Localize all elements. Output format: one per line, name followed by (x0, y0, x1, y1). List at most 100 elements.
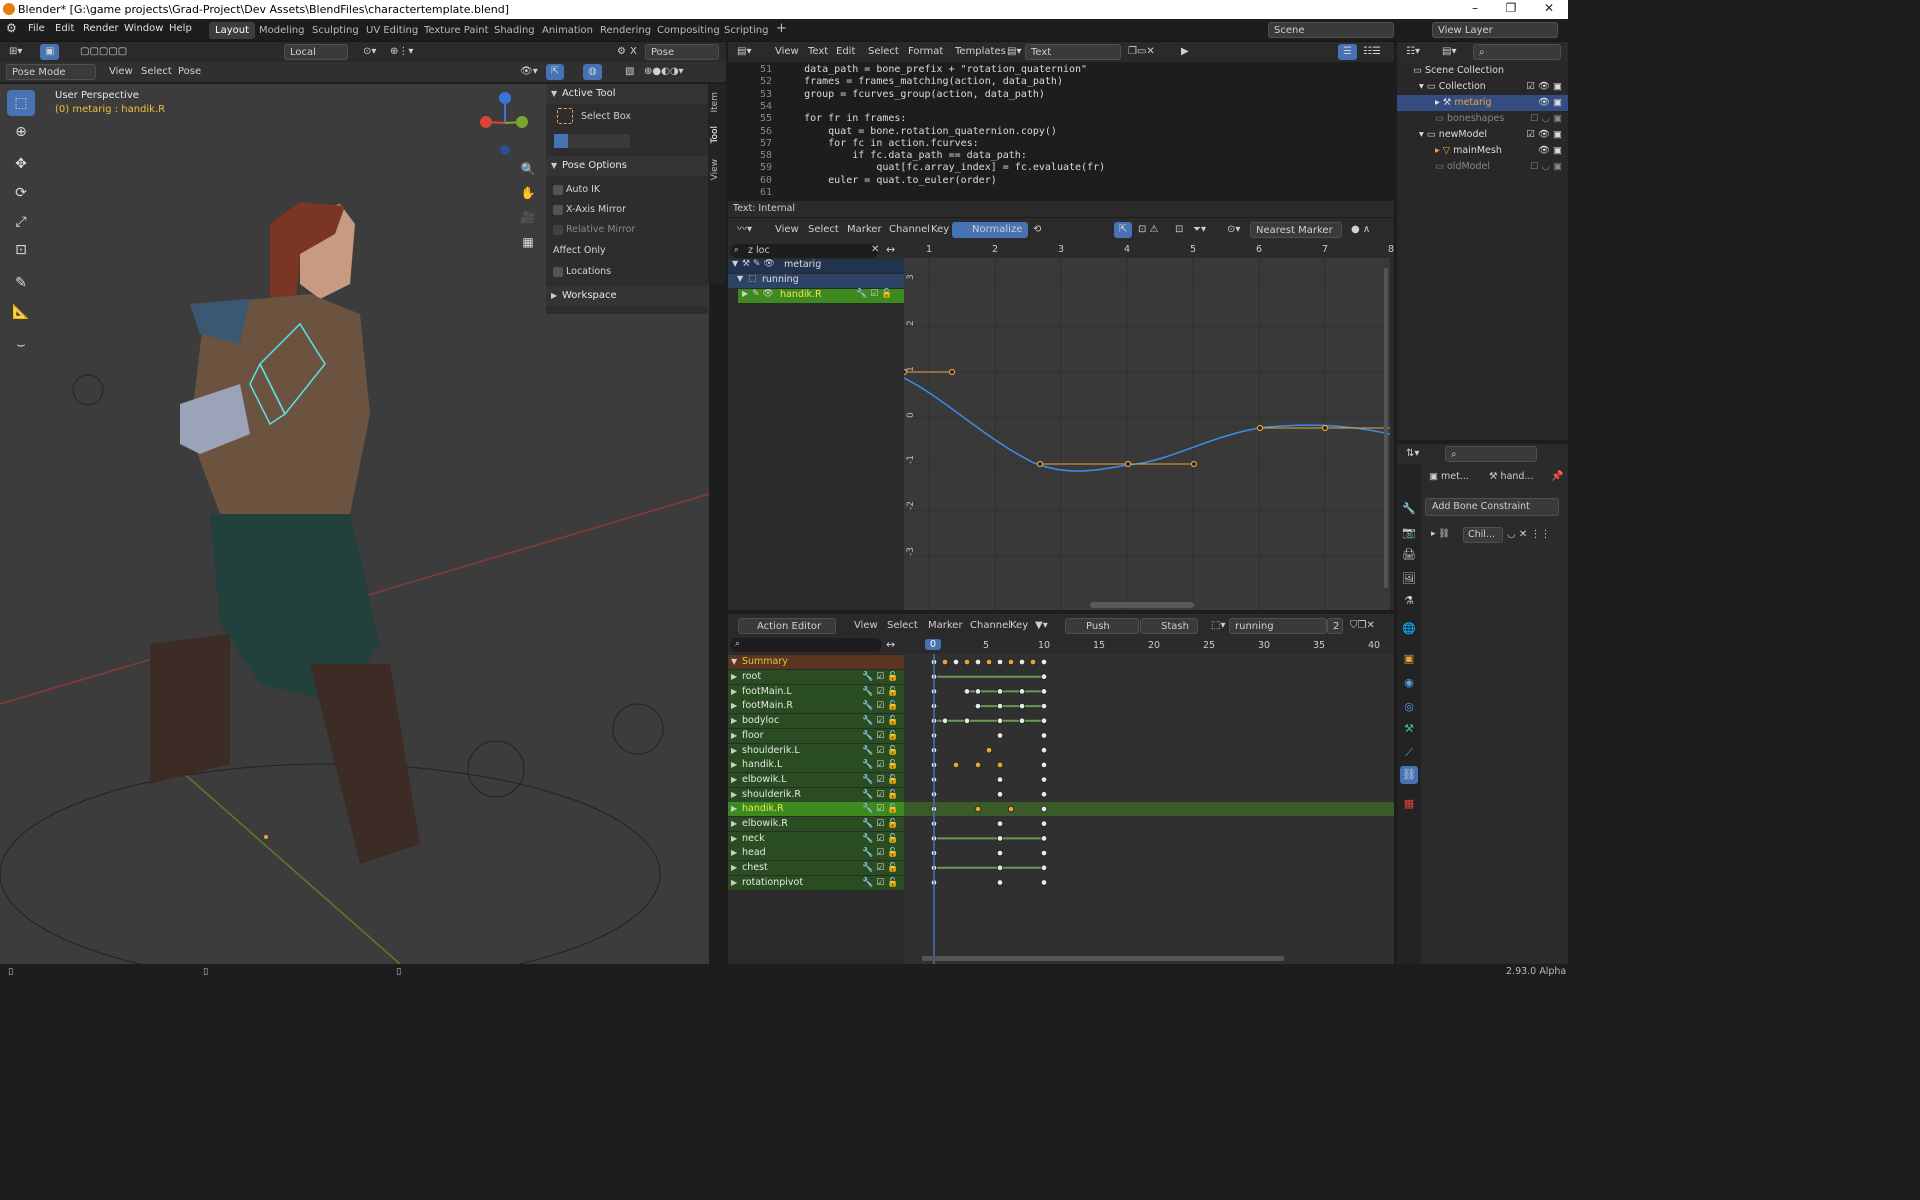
tab-texture-paint[interactable]: Texture Paint (418, 22, 495, 39)
modifier-lock-icons[interactable]: 🔧 ☑ 🔓 (856, 289, 892, 299)
outliner-oldmodel[interactable]: ▭ oldModel ☐ ◡ ▣ (1397, 159, 1568, 175)
action-frame-ruler[interactable]: 0 5 10 15 20 25 30 35 40 (904, 638, 1394, 654)
annotate-tool-icon[interactable]: ✎ (7, 270, 35, 296)
selection-modes-icon[interactable]: ▢▢▢▢▢ (75, 44, 132, 60)
visibility-icon[interactable]: ☑ 👁 ▣ (1526, 127, 1562, 143)
maximize-icon[interactable]: ❐ (1496, 1, 1526, 15)
auto-ik-checkbox[interactable] (553, 185, 563, 195)
text-file-field[interactable]: Text (1025, 44, 1121, 60)
minimize-icon[interactable]: – (1460, 1, 1490, 15)
pose-x-toggle[interactable]: X (625, 44, 642, 60)
close-icon[interactable]: ✕ (1534, 1, 1564, 15)
outliner-mainmesh[interactable]: ▸ ▽ mainMesh 👁 ▣ (1397, 143, 1568, 159)
code-line[interactable]: data_path = bone_prefix + "rotation_quat… (780, 64, 1087, 75)
keyframe[interactable] (1040, 658, 1048, 666)
stash-button[interactable]: Stash (1140, 618, 1198, 634)
viewport-menu-select[interactable]: Select (136, 64, 177, 80)
channel-controls-icon[interactable]: 🔧 ☑ 🔓 (862, 744, 898, 758)
outliner-collection[interactable]: ▾ ▭ Collection ☑ 👁 ▣ (1397, 79, 1568, 95)
tab-modeling[interactable]: Modeling (253, 22, 311, 39)
horizontal-scrollbar[interactable] (1090, 602, 1194, 608)
keyframe[interactable] (974, 761, 982, 769)
push-down-button[interactable]: Push Down (1065, 618, 1139, 648)
viewport-menu-pose[interactable]: Pose (173, 64, 206, 80)
action-menu-select[interactable]: Select (882, 618, 923, 634)
channel-row[interactable]: ▶ rotationpivot 🔧 ☑ 🔓 (728, 875, 904, 890)
keyframe[interactable] (996, 761, 1004, 769)
outliner-newmodel[interactable]: ▾ ▭ newModel ☑ 👁 ▣ (1397, 127, 1568, 143)
relative-mirror-checkbox[interactable] (553, 225, 563, 235)
fake-user-icon[interactable]: ⛉❐✕ (1345, 618, 1380, 634)
only-selected-icon[interactable]: ⇱ (1114, 222, 1133, 238)
keyframe-point[interactable] (1256, 424, 1264, 432)
bone-tab-icon[interactable]: ⟋ (1400, 744, 1418, 762)
graph-menu-marker[interactable]: Marker (842, 222, 887, 238)
outliner-metarig[interactable]: ▸ ⚒ metarig 👁 ▣ (1397, 95, 1568, 111)
code-line[interactable]: if fc.data_path == data_path: (780, 150, 1027, 161)
pivot-icon[interactable]: ⊙▾ (358, 44, 381, 60)
keyframe-area[interactable] (904, 654, 1394, 964)
keyframe[interactable] (996, 732, 1004, 739)
proportional-edit-icon[interactable]: ● ∧ (1346, 222, 1375, 238)
keyframe[interactable] (996, 717, 1004, 724)
outliner-boneshapes[interactable]: ▭ boneshapes ☐ ◡ ▣ (1397, 111, 1568, 127)
keyframe[interactable] (1040, 702, 1048, 710)
modifier-tab-icon[interactable]: ◉ (1400, 674, 1418, 692)
keyframe[interactable] (1018, 717, 1026, 724)
action-users-count[interactable]: 2 (1327, 618, 1343, 634)
filter-funnel-icon[interactable]: ⏷▾ (1188, 222, 1211, 238)
x-mirror-checkbox[interactable] (553, 205, 563, 215)
channel-row[interactable]: ▶ floor 🔧 ☑ 🔓 (728, 728, 904, 743)
keyframe[interactable] (996, 791, 1004, 798)
channel-controls-icon[interactable]: 🔧 ☑ 🔓 (862, 861, 898, 875)
keyframe[interactable] (1018, 702, 1026, 710)
tab-compositing[interactable]: Compositing (651, 22, 726, 39)
dopesheet-keyframes[interactable] (904, 654, 1394, 964)
vertical-scrollbar[interactable] (1384, 268, 1388, 588)
keyframe[interactable] (952, 761, 960, 769)
text-menu-text[interactable]: Text (803, 44, 833, 60)
relax-pose-tool-icon[interactable]: ⌣ (7, 332, 35, 358)
channel-handik-r[interactable]: ▶ ✎ 👁 handik.R 🔧 ☑ 🔓 (738, 289, 904, 303)
keyframe-point[interactable] (1124, 460, 1132, 468)
code-line[interactable]: frames = frames_matching(action, data_pa… (780, 76, 1063, 87)
display-mode-icon[interactable]: ▤▾ (1437, 44, 1461, 60)
graph-frame-ruler[interactable]: 1 2 3 4 5 6 7 8 (904, 242, 1394, 258)
select-mode-icon[interactable]: ▣ (40, 44, 60, 60)
editor-mode-dropdown[interactable]: Action Editor (738, 618, 836, 634)
filter-icon[interactable]: ▼▾ (1030, 618, 1053, 634)
keyframe[interactable] (996, 820, 1004, 827)
overlay-toggle-icon[interactable]: ◍ (583, 64, 602, 80)
pivot-icon[interactable]: ⊙▾ (1222, 222, 1245, 238)
tab-item[interactable]: Item (710, 92, 724, 113)
summary-row[interactable]: ▼ Summary (728, 655, 904, 669)
action-name-field[interactable]: running (1229, 618, 1327, 634)
pose-options-dropdown[interactable]: Pose Options (645, 44, 719, 74)
code-line[interactable]: group = fcurves_group(action, data_path) (780, 89, 1045, 100)
navigation-gizmo-icon[interactable] (470, 88, 540, 158)
keyframe[interactable] (996, 849, 1004, 857)
text-menu-format[interactable]: Format (903, 44, 948, 60)
tab-view[interactable]: View (710, 159, 724, 180)
constraint-name-field[interactable]: Chil... (1463, 527, 1503, 543)
channel-row[interactable]: ▶ handik.R 🔧 ☑ 🔓 (728, 802, 904, 817)
keyframe[interactable] (1040, 746, 1048, 754)
keyframe[interactable] (941, 658, 949, 666)
channel-controls-icon[interactable]: 🔧 ☑ 🔓 (862, 817, 898, 831)
keyframe[interactable] (1040, 791, 1048, 798)
keyframe-point[interactable] (948, 368, 956, 376)
blender-menu-icon[interactable]: ⚙ (6, 21, 17, 35)
keyframe[interactable] (963, 658, 971, 666)
channel-row[interactable]: ▶ root 🔧 ☑ 🔓 (728, 670, 904, 684)
channel-controls-icon[interactable]: 🔧 ☑ 🔓 (862, 773, 898, 787)
snap-mode-dropdown[interactable]: Nearest Marker (1250, 222, 1342, 238)
pin-icon[interactable]: 📌 (1551, 471, 1563, 482)
render-tab-icon[interactable]: 📷 (1400, 524, 1418, 542)
xray-icon[interactable]: ▧ (620, 64, 639, 80)
locations-checkbox[interactable] (553, 267, 563, 277)
text-menu-select[interactable]: Select (863, 44, 904, 60)
keyframe[interactable] (963, 717, 971, 724)
add-workspace-icon[interactable]: + (770, 20, 793, 37)
normalize-refresh-icon[interactable]: ⟲ (1028, 222, 1046, 238)
physics-tab-icon[interactable]: ◎ (1400, 698, 1418, 716)
